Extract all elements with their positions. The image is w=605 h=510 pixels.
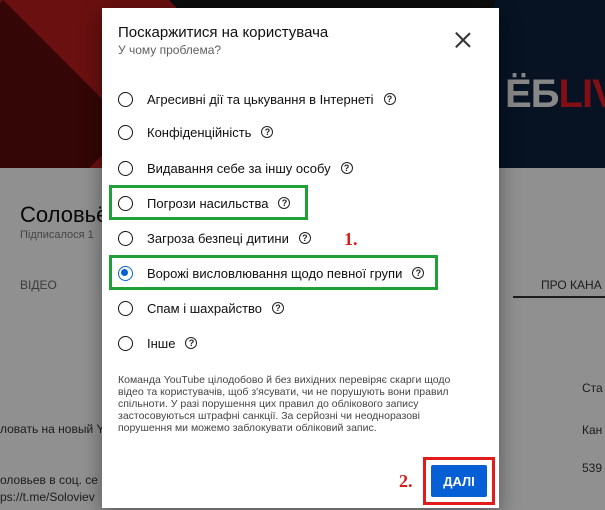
step-number-2: 2. xyxy=(399,471,413,491)
option-label: Загроза безпеці дитини xyxy=(147,230,289,246)
option-label: Спам і шахрайство xyxy=(147,300,263,316)
next-button[interactable]: ДАЛІ xyxy=(431,465,487,497)
radio-button[interactable] xyxy=(118,124,133,140)
dialog-subtitle: У чому проблема? xyxy=(118,43,222,57)
report-option-child-safety[interactable]: Загроза безпеці дитини ? xyxy=(118,227,311,249)
radio-button[interactable] xyxy=(118,335,133,351)
report-option-other[interactable]: Інше ? xyxy=(118,332,198,354)
radio-button[interactable] xyxy=(118,300,133,316)
report-option-spam[interactable]: Спам і шахрайство ? xyxy=(118,297,285,319)
help-icon[interactable]: ? xyxy=(340,162,353,174)
help-icon[interactable]: ? xyxy=(298,232,311,244)
report-user-dialog: Поскаржитися на користувача У чому пробл… xyxy=(102,8,499,508)
highlight-box-green xyxy=(109,255,438,290)
help-icon[interactable]: ? xyxy=(272,302,285,314)
radio-button[interactable] xyxy=(118,230,133,246)
option-label: Видавання себе за іншу особу xyxy=(147,160,331,176)
info-text: Команда YouTube цілодобово й без вихідни… xyxy=(118,374,451,434)
dialog-title: Поскаржитися на користувача xyxy=(118,24,329,41)
radio-button[interactable] xyxy=(118,91,133,107)
help-icon[interactable]: ? xyxy=(185,337,198,349)
report-option-impersonation[interactable]: Видавання себе за іншу особу ? xyxy=(118,157,353,179)
option-label: Інше xyxy=(147,335,176,351)
step-number-1: 1. xyxy=(344,229,358,249)
help-icon[interactable]: ? xyxy=(261,126,274,138)
option-label: Конфіденційність xyxy=(147,124,252,140)
report-option-privacy[interactable]: Конфіденційність ? xyxy=(118,121,274,143)
radio-button[interactable] xyxy=(118,160,133,176)
close-icon[interactable] xyxy=(454,31,472,49)
report-option-harassment[interactable]: Агресивні дії та цькування в Інтернеті ? xyxy=(118,88,396,110)
highlight-box-red: ДАЛІ xyxy=(423,457,495,505)
highlight-box-green xyxy=(109,185,308,220)
help-icon[interactable]: ? xyxy=(383,93,396,105)
option-label: Агресивні дії та цькування в Інтернеті xyxy=(147,91,374,107)
